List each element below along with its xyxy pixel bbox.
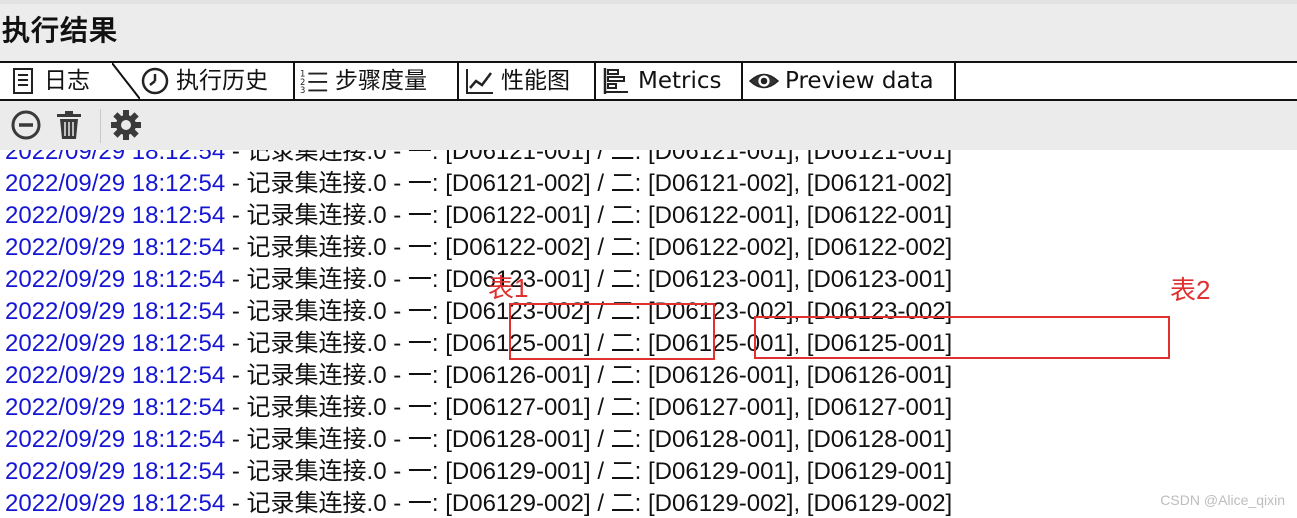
log-message: - 记录集连接.0 - 一: [D06129-001] / 二: [D06129… (225, 458, 953, 485)
annotation-box-table1 (509, 303, 715, 360)
panel-title: 执行结果 (2, 14, 119, 47)
tab-bar: 日志 执行历史 123 步骤度量 性能图 Metrics Preview dat… (0, 61, 1297, 101)
log-toolbar (0, 101, 1297, 151)
window-top-edge (0, 0, 1297, 4)
clock-history-icon (140, 66, 170, 96)
log-line: 2022/09/29 18:12:54 - 记录集连接.0 - 一: [D061… (5, 264, 952, 296)
tab-label: 日志 (44, 68, 90, 94)
log-timestamp: 2022/09/29 18:12:54 (5, 394, 226, 421)
log-line-partial: 2022/09/29 18:12:54 - 记录集连接.0 - 一: [D061… (5, 150, 952, 168)
annotation-label-table1: 表1 (488, 273, 529, 303)
log-message: - 记录集连接.0 - 一: [D06121-002] / 二: [D06121… (225, 170, 953, 197)
log-timestamp: 2022/09/29 18:12:54 (5, 234, 226, 261)
tab-label: Metrics (638, 68, 722, 94)
watermark: CSDN @Alice_qixin (1160, 492, 1285, 508)
log-timestamp: 2022/09/29 18:12:54 (5, 202, 226, 229)
log-timestamp: 2022/09/29 18:12:54 (5, 426, 226, 453)
log-message: - 记录集连接.0 - 一: [D06129-002] / 二: [D06129… (225, 490, 953, 517)
log-message: - 记录集连接.0 - 一: [D06126-001] / 二: [D06126… (225, 362, 953, 389)
tab-preview-data[interactable]: Preview data (743, 63, 956, 99)
log-message: - 记录集连接.0 - 一: [D06121-001] / 二: [D06121… (225, 150, 953, 165)
log-timestamp: 2022/09/29 18:12:54 (5, 458, 226, 485)
log-message: - 记录集连接.0 - 一: [D06128-001] / 二: [D06128… (225, 426, 953, 453)
log-line: 2022/09/29 18:12:54 - 记录集连接.0 - 一: [D061… (5, 424, 952, 456)
tab-performance-chart[interactable]: 性能图 (459, 63, 596, 99)
log-timestamp: 2022/09/29 18:12:54 (5, 170, 226, 197)
log-settings-button[interactable] (109, 110, 143, 144)
tab-step-metrics[interactable]: 123 步骤度量 (295, 63, 459, 99)
log-document-icon (8, 66, 38, 96)
log-line: 2022/09/29 18:12:54 - 记录集连接.0 - 一: [D061… (5, 488, 952, 518)
annotation-label-table2: 表2 (1170, 275, 1211, 305)
log-timestamp: 2022/09/29 18:12:54 (5, 490, 226, 517)
log-message: - 记录集连接.0 - 一: [D06122-002] / 二: [D06122… (225, 234, 953, 261)
tab-label: 性能图 (501, 68, 570, 94)
stop-circle-icon (10, 109, 42, 145)
clear-log-button[interactable] (52, 110, 86, 144)
settings-gear-icon (110, 109, 142, 145)
log-line: 2022/09/29 18:12:54 - 记录集连接.0 - 一: [D061… (5, 456, 952, 488)
tab-label: Preview data (785, 68, 934, 94)
annotation-box-table2 (754, 316, 1170, 359)
log-line: 2022/09/29 18:12:54 - 记录集连接.0 - 一: [D061… (5, 200, 952, 232)
tab-metrics[interactable]: Metrics (596, 63, 743, 99)
numbered-list-icon: 123 (299, 66, 329, 96)
log-timestamp: 2022/09/29 18:12:54 (5, 266, 226, 293)
log-timestamp: 2022/09/29 18:12:54 (5, 150, 226, 165)
line-chart-icon (465, 66, 495, 96)
log-line: 2022/09/29 18:12:54 - 记录集连接.0 - 一: [D061… (5, 168, 952, 200)
log-message: - 记录集连接.0 - 一: [D06123-001] / 二: [D06123… (225, 266, 953, 293)
toolbar-separator (100, 109, 101, 143)
log-line: 2022/09/29 18:12:54 - 记录集连接.0 - 一: [D061… (5, 360, 952, 392)
tab-label: 执行历史 (176, 68, 268, 94)
log-timestamp: 2022/09/29 18:12:54 (5, 298, 226, 325)
metrics-bars-icon (602, 66, 632, 96)
eye-icon (749, 66, 779, 96)
tab-label: 步骤度量 (335, 68, 427, 94)
log-timestamp: 2022/09/29 18:12:54 (5, 362, 226, 389)
tab-execution-history[interactable]: 执行历史 (140, 63, 295, 99)
stop-button[interactable] (9, 110, 43, 144)
trash-icon (54, 109, 84, 145)
log-line: 2022/09/29 18:12:54 - 记录集连接.0 - 一: [D061… (5, 232, 952, 264)
svg-text:3: 3 (300, 85, 305, 95)
log-message: - 记录集连接.0 - 一: [D06122-001] / 二: [D06122… (225, 202, 953, 229)
log-message: - 记录集连接.0 - 一: [D06127-001] / 二: [D06127… (225, 394, 953, 421)
log-line: 2022/09/29 18:12:54 - 记录集连接.0 - 一: [D061… (5, 392, 952, 424)
log-timestamp: 2022/09/29 18:12:54 (5, 330, 226, 357)
tab-notch (112, 63, 140, 99)
